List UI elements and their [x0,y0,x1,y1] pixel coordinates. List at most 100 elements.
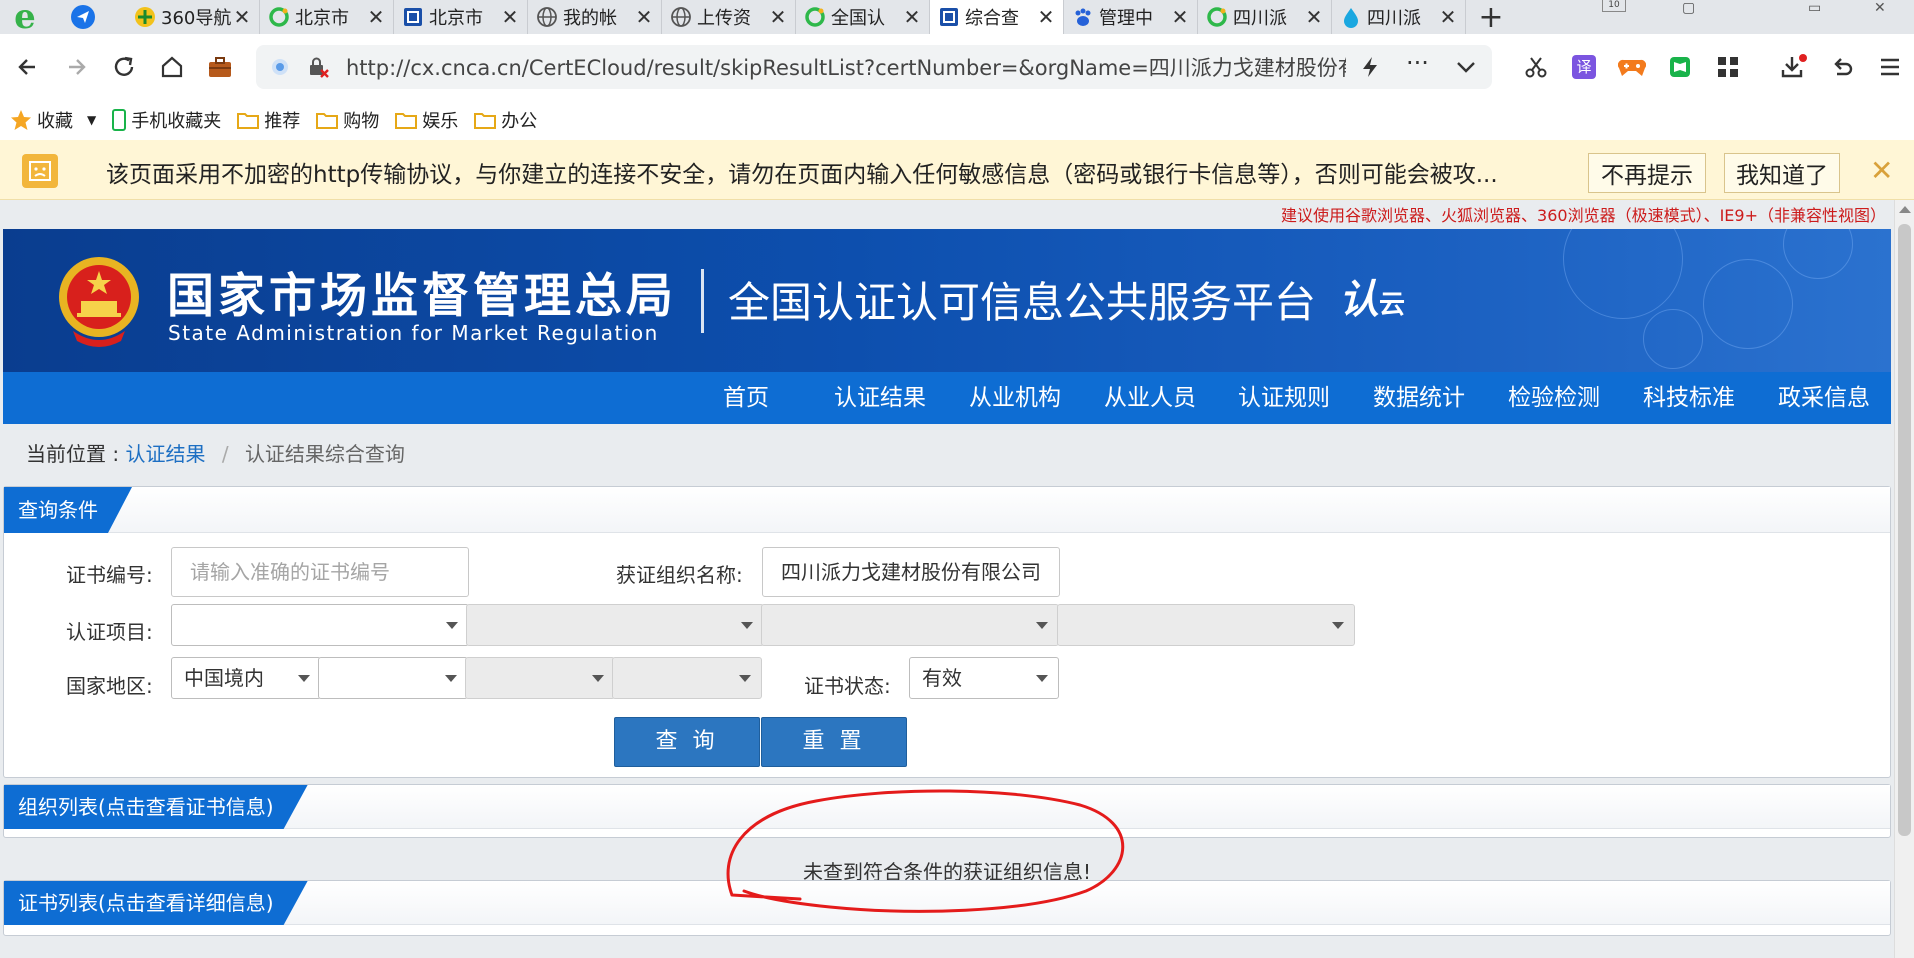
region-district-select[interactable] [612,657,762,699]
bookmark-favorites[interactable]: 收藏 ▼ [10,107,96,133]
book-icon [1670,57,1690,77]
nav-item[interactable]: 政采信息 [1778,372,1870,424]
region-province-select[interactable] [318,657,468,699]
translate-icon: 译 [1572,55,1596,79]
reload-icon [114,56,134,76]
translate-button[interactable]: 译 [1560,46,1608,88]
folder-icon [237,113,260,129]
close-icon[interactable]: ✕ [1870,154,1893,187]
back-button[interactable] [4,43,52,91]
tab-close-icon[interactable]: ✕ [1305,5,1323,29]
browser-tab[interactable]: 上传资 ✕ [662,0,796,34]
forward-button[interactable] [52,43,100,91]
back-arrow-icon [18,59,35,75]
browser-tab[interactable]: 管理中 ✕ [1064,0,1198,34]
browser-tab[interactable]: 综合查 ✕ [930,0,1064,34]
globe-icon [670,6,692,28]
nav-item[interactable]: 检验检测 [1508,372,1600,424]
dropdown-chevron-icon[interactable] [1456,59,1476,75]
scroll-up-icon[interactable] [1899,206,1911,213]
folder-icon [395,113,418,129]
cert-no-input[interactable]: 请输入准确的证书编号 [171,547,469,597]
nav-item[interactable]: 认证规则 [1238,372,1330,424]
menu-button[interactable] [1866,46,1914,88]
nav-item[interactable]: 科技标准 [1643,372,1735,424]
caret-down-icon[interactable]: ▼ [87,113,96,127]
org-name-input[interactable]: 四川派力戈建材股份有限公司 [762,547,1060,597]
game-button[interactable] [1608,46,1656,88]
site-info-icon[interactable] [270,57,290,77]
tab-close-icon[interactable]: ✕ [903,5,921,29]
region-country-select[interactable]: 中国境内 [171,657,321,699]
browser-tab[interactable]: 全国认 ✕ [796,0,930,34]
reload-button[interactable] [100,43,148,91]
platform-title: 全国认证认可信息公共服务平台 [728,278,1317,327]
breadcrumb-current: 认证结果综合查询 [244,442,405,466]
nav-item[interactable]: 首页 [723,372,769,424]
folder-icon [474,113,497,129]
nav-item[interactable]: 认证结果 [834,372,926,424]
download-button[interactable] [1770,46,1818,88]
bookmark-mobile[interactable]: 手机收藏夹 [112,107,221,133]
browser-tab[interactable]: 北京市 ✕ [394,0,528,34]
breadcrumb-link-cert-results[interactable]: 认证结果 [125,442,205,466]
project-select-1[interactable] [171,604,469,646]
page-scrollbar[interactable] [1894,200,1914,958]
window-maximize-icon[interactable]: ▭ [1808,0,1821,16]
tab-close-icon[interactable]: ✕ [1439,5,1457,29]
nav-item[interactable]: 从业机构 [969,372,1061,424]
browser-tab[interactable]: 北京市 ✕ [260,0,394,34]
cert-list-panel: 证书列表(点击查看详细信息) [3,880,1891,936]
apps-button[interactable] [1704,46,1752,88]
tab-close-icon[interactable]: ✕ [233,5,251,29]
scissors-button[interactable] [1512,46,1560,88]
browser-tab[interactable]: 我的帐 ✕ [528,0,662,34]
project-select-3[interactable] [761,604,1059,646]
nav-item[interactable]: 从业人员 [1104,372,1196,424]
tab-title: 北京市 [295,8,349,29]
nav-item[interactable]: 数据统计 [1373,372,1465,424]
insecure-lock-icon[interactable] [306,55,330,79]
status-select[interactable]: 有效 [909,657,1059,699]
bookmark-folder-shopping[interactable]: 购物 [316,107,379,133]
reader-button[interactable] [1656,46,1704,88]
dont-remind-button[interactable]: 不再提示 [1588,153,1706,193]
region-city-select[interactable] [465,657,615,699]
window-minimize-icon[interactable]: ▢ [1682,0,1695,16]
tab-close-icon[interactable]: ✕ [367,5,385,29]
tab-close-icon[interactable]: ✕ [501,5,519,29]
bookmark-folder-office[interactable]: 办公 [474,107,537,133]
project-select-2[interactable] [466,604,764,646]
briefcase-button[interactable] [196,43,244,91]
search-button[interactable]: 查 询 [614,717,760,767]
caret-down-icon [1332,622,1344,629]
tab-close-icon[interactable]: ✕ [1037,5,1055,29]
got-it-button[interactable]: 我知道了 [1724,153,1840,193]
reset-button[interactable]: 重 置 [761,717,907,767]
browser-tab[interactable]: 四川派 ✕ [1198,0,1332,34]
tab-close-icon[interactable]: ✕ [635,5,653,29]
phone-icon [112,109,127,131]
more-options-icon[interactable]: ··· [1406,49,1429,77]
url-bar[interactable]: http://cx.cnca.cn/CertECloud/result/skip… [256,45,1492,89]
tab-close-icon[interactable]: ✕ [1171,5,1189,29]
browser-tab[interactable]: 360导航 ✕ [126,0,260,34]
bookmark-folder-entertainment[interactable]: 娱乐 [395,107,458,133]
window-close-icon[interactable]: ✕ [1874,0,1886,16]
browser-tab[interactable]: 四川派 ✕ [1332,0,1466,34]
scrollbar-thumb[interactable] [1898,224,1911,836]
undo-button[interactable] [1818,46,1866,88]
home-icon [161,56,183,78]
browser-logo-icon[interactable]: e [0,0,50,34]
warning-face-icon [22,154,58,188]
bookmark-folder-recommend[interactable]: 推荐 [237,107,300,133]
url-text[interactable]: http://cx.cnca.cn/CertECloud/result/skip… [346,52,1346,82]
logo-main-text: 认 [1339,276,1379,323]
project-select-4[interactable] [1057,604,1355,646]
caret-down-icon [739,675,751,682]
tab-close-icon[interactable]: ✕ [769,5,787,29]
speed-dial-icon[interactable] [50,0,126,34]
home-button[interactable] [148,43,196,91]
lightning-icon[interactable] [1360,56,1380,78]
new-tab-button[interactable]: + [1466,0,1516,35]
